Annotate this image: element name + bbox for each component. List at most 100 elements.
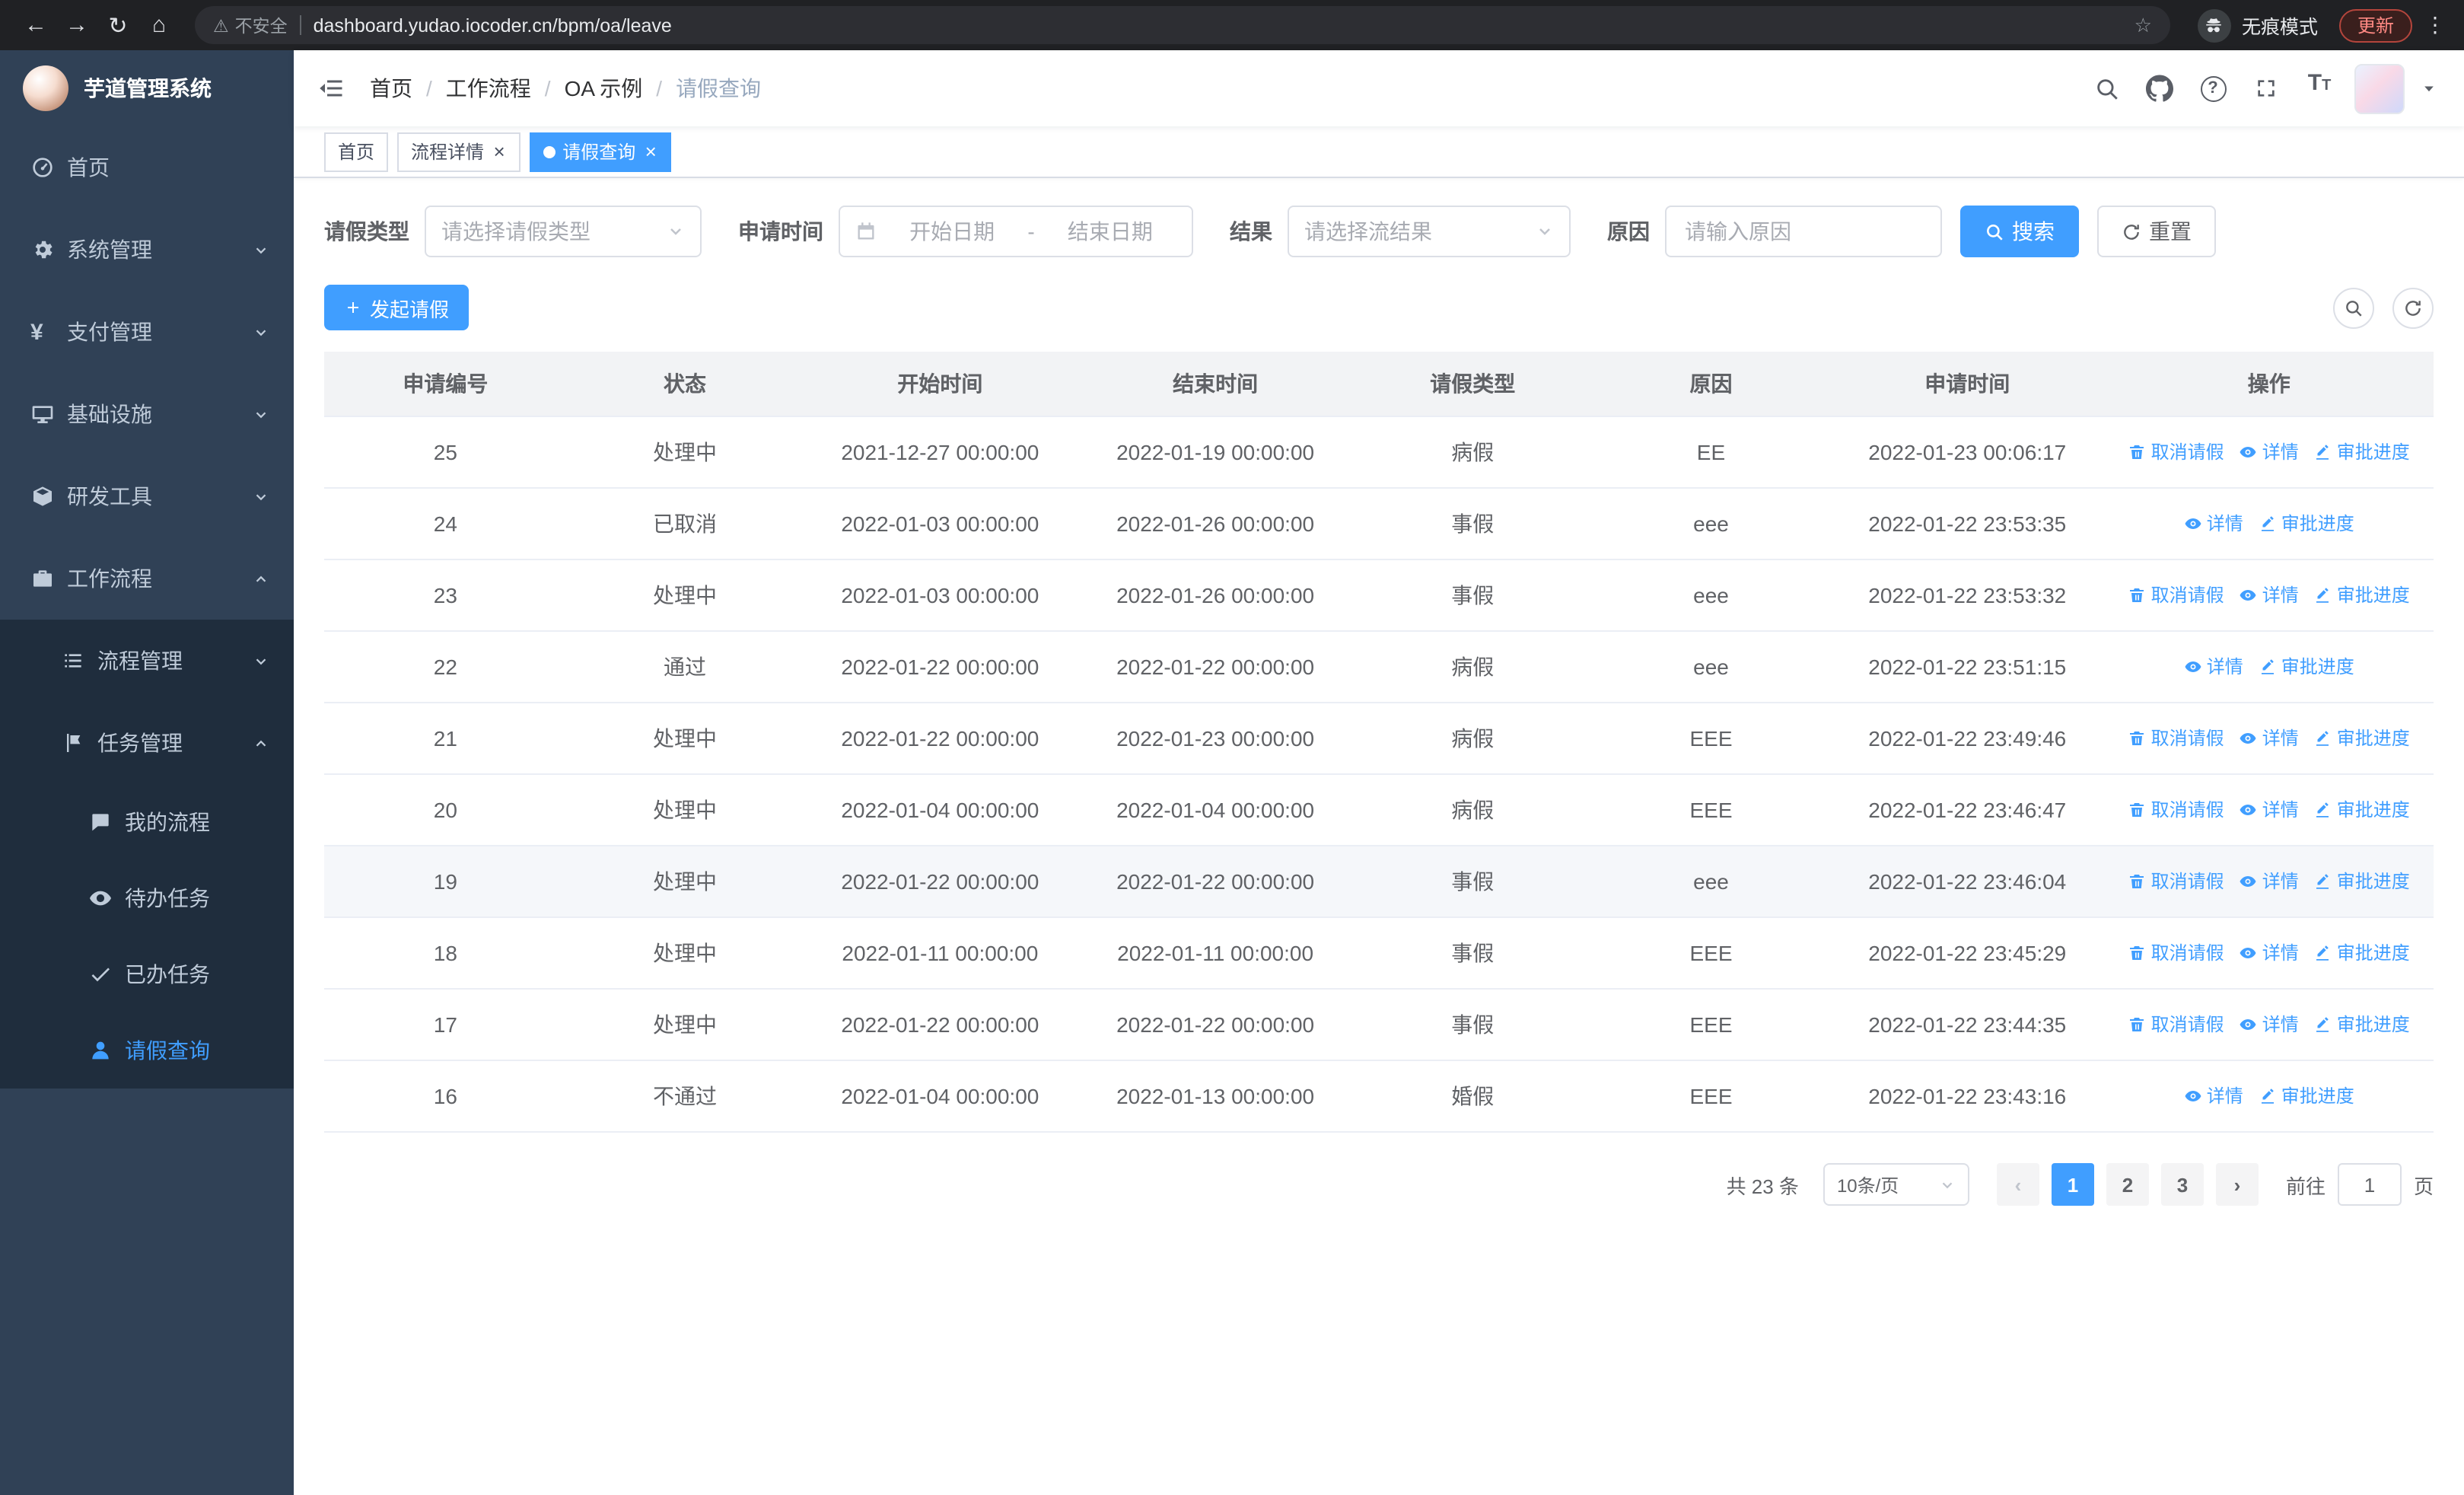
approval-progress-link[interactable]: 审批进度 xyxy=(2314,439,2410,465)
breadcrumb-item[interactable]: 首页 xyxy=(370,73,412,104)
sidebar-item-task-management[interactable]: 任务管理 xyxy=(0,702,294,784)
approval-progress-link[interactable]: 审批进度 xyxy=(2314,725,2410,751)
sidebar-item-todo-tasks[interactable]: 待办任务 xyxy=(0,860,294,936)
sidebar-item-infrastructure[interactable]: 基础设施 xyxy=(0,373,294,455)
reset-button[interactable]: 重置 xyxy=(2097,206,2216,257)
security-warning[interactable]: ⚠ 不安全 xyxy=(213,13,288,37)
table-toolbar: 发起请假 xyxy=(324,285,2434,330)
cell-apply-time: 2022-01-22 23:44:35 xyxy=(1830,989,2105,1061)
approval-progress-link-label: 审批进度 xyxy=(2336,1014,2410,1036)
breadcrumb-item[interactable]: OA 示例 xyxy=(565,73,643,104)
fullscreen-icon[interactable] xyxy=(2248,70,2284,107)
cell-apply-id: 19 xyxy=(324,846,567,918)
tab-close-icon[interactable]: × xyxy=(643,142,657,161)
detail-link[interactable]: 详情 xyxy=(2184,654,2243,680)
create-leave-button[interactable]: 发起请假 xyxy=(324,285,470,330)
page-button[interactable]: 2 xyxy=(2106,1163,2149,1206)
leave-type-select[interactable]: 请选择请假类型 xyxy=(425,206,702,257)
detail-link[interactable]: 详情 xyxy=(2240,725,2299,751)
cancel-leave-link[interactable]: 取消请假 xyxy=(2128,439,2224,465)
sidebar-toggle-icon[interactable] xyxy=(294,75,370,102)
detail-link-label: 详情 xyxy=(2262,1014,2299,1036)
cancel-leave-link[interactable]: 取消请假 xyxy=(2128,940,2224,966)
help-icon[interactable]: ? xyxy=(2195,70,2231,107)
bookmark-star-icon[interactable]: ☆ xyxy=(2135,13,2152,37)
approval-progress-link[interactable]: 审批进度 xyxy=(2314,797,2410,823)
tab-label: 流程详情 xyxy=(411,142,485,163)
tab-active[interactable]: 请假查询 × xyxy=(529,132,672,171)
caret-down-icon[interactable] xyxy=(2421,81,2437,96)
detail-link[interactable]: 详情 xyxy=(2184,1083,2243,1109)
browser-back-button[interactable]: ← xyxy=(15,5,56,46)
detail-link[interactable]: 详情 xyxy=(2240,1012,2299,1038)
page-button[interactable]: 3 xyxy=(2160,1163,2204,1206)
approval-progress-link[interactable]: 审批进度 xyxy=(2314,869,2410,894)
sidebar-item-my-processes[interactable]: 我的流程 xyxy=(0,784,294,860)
approval-progress-link[interactable]: 审批进度 xyxy=(2259,654,2354,680)
cancel-leave-link-icon xyxy=(2128,586,2147,604)
breadcrumb-item[interactable]: 工作流程 xyxy=(446,73,531,104)
page-button[interactable]: 1 xyxy=(2051,1163,2094,1206)
sidebar-item-home[interactable]: 首页 xyxy=(0,126,294,209)
approval-progress-link-icon xyxy=(2259,658,2277,676)
detail-link[interactable]: 详情 xyxy=(2240,940,2299,966)
refresh-table-button[interactable] xyxy=(2392,287,2434,328)
font-size-icon[interactable]: TT xyxy=(2301,70,2338,107)
sidebar-item-system[interactable]: 系统管理 xyxy=(0,209,294,291)
result-select[interactable]: 请选择流结果 xyxy=(1288,206,1571,257)
approval-progress-link[interactable]: 审批进度 xyxy=(2259,511,2354,537)
cancel-leave-link-icon xyxy=(2128,443,2147,461)
search-icon[interactable] xyxy=(2088,70,2125,107)
approval-progress-link[interactable]: 审批进度 xyxy=(2314,940,2410,966)
approval-progress-link-label: 审批进度 xyxy=(2281,1085,2354,1108)
page-size-select[interactable]: 10条/页 xyxy=(1823,1163,1969,1206)
cell-start-time: 2022-01-03 00:00:00 xyxy=(803,559,1078,632)
detail-link[interactable]: 详情 xyxy=(2184,511,2243,537)
cancel-leave-link[interactable]: 取消请假 xyxy=(2128,1012,2224,1038)
apply-time-range-picker[interactable]: 开始日期 - 结束日期 xyxy=(839,206,1193,257)
detail-link[interactable]: 详情 xyxy=(2240,582,2299,608)
tab-item[interactable]: 首页 xyxy=(324,132,389,171)
address-bar[interactable]: ⚠ 不安全 dashboard.yudao.iocoder.cn/bpm/oa/… xyxy=(195,6,2170,44)
app-logo[interactable]: 芋道管理系统 xyxy=(0,50,294,126)
sidebar-item-payment[interactable]: ¥ 支付管理 xyxy=(0,291,294,373)
toggle-search-button[interactable] xyxy=(2333,287,2374,328)
active-tab-dot xyxy=(543,145,556,158)
detail-link[interactable]: 详情 xyxy=(2240,439,2299,465)
detail-link[interactable]: 详情 xyxy=(2240,797,2299,823)
cancel-leave-link[interactable]: 取消请假 xyxy=(2128,797,2224,823)
sidebar-item-workflow[interactable]: 工作流程 xyxy=(0,537,294,620)
cell-leave-type: 事假 xyxy=(1353,488,1592,560)
browser-menu-icon[interactable]: ⋮ xyxy=(2421,12,2449,38)
browser-home-button[interactable]: ⌂ xyxy=(138,5,180,46)
tab-item[interactable]: 流程详情 × xyxy=(397,132,520,171)
approval-progress-link[interactable]: 审批进度 xyxy=(2259,1083,2354,1109)
cancel-leave-link[interactable]: 取消请假 xyxy=(2128,725,2224,751)
search-button[interactable]: 搜索 xyxy=(1960,206,2079,257)
browser-update-button[interactable]: 更新 xyxy=(2338,8,2412,42)
next-page-button[interactable]: › xyxy=(2215,1163,2259,1206)
goto-page-input[interactable] xyxy=(2337,1163,2402,1206)
browser-reload-button[interactable]: ↻ xyxy=(97,5,138,46)
detail-link[interactable]: 详情 xyxy=(2240,869,2299,894)
sidebar-item-leave-query[interactable]: 请假查询 xyxy=(0,1012,294,1089)
sidebar-item-dev-tools[interactable]: 研发工具 xyxy=(0,455,294,537)
approval-progress-link[interactable]: 审批进度 xyxy=(2314,1012,2410,1038)
user-avatar[interactable] xyxy=(2354,63,2405,113)
sidebar-item-label: 待办任务 xyxy=(125,886,210,910)
cell-apply-id: 21 xyxy=(324,703,567,775)
sidebar-item-done-tasks[interactable]: 已办任务 xyxy=(0,936,294,1012)
breadcrumb-separator: / xyxy=(544,76,551,100)
cancel-leave-link[interactable]: 取消请假 xyxy=(2128,869,2224,894)
sidebar-item-process-management[interactable]: 流程管理 xyxy=(0,620,294,702)
prev-page-button[interactable]: ‹ xyxy=(1996,1163,2039,1206)
check-icon xyxy=(88,962,125,987)
github-icon[interactable] xyxy=(2141,70,2178,107)
approval-progress-link[interactable]: 审批进度 xyxy=(2314,582,2410,608)
tab-close-icon[interactable]: × xyxy=(492,142,506,161)
cancel-leave-link[interactable]: 取消请假 xyxy=(2128,582,2224,608)
browser-forward-button[interactable]: → xyxy=(56,5,97,46)
reason-input[interactable] xyxy=(1665,206,1942,257)
cell-start-time: 2022-01-22 00:00:00 xyxy=(803,846,1078,918)
tab-label: 请假查询 xyxy=(562,142,636,163)
